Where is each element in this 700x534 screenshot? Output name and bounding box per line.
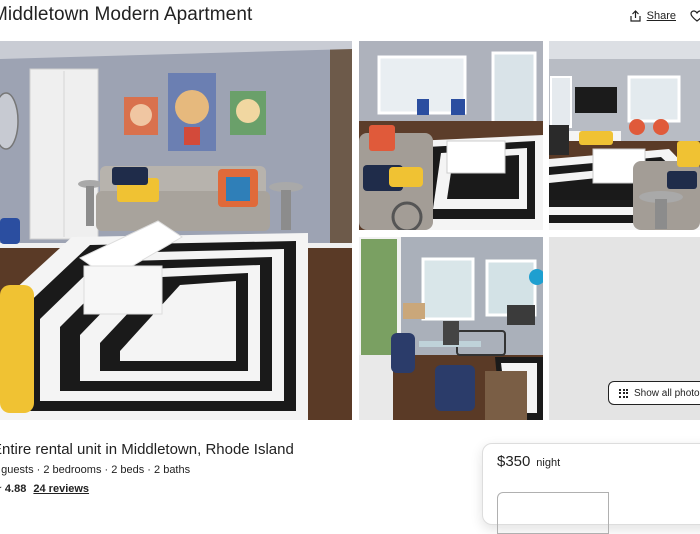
gallery-photo-2[interactable] (359, 41, 543, 230)
save-button[interactable] (690, 10, 700, 22)
booking-card: $350 night (482, 443, 700, 534)
summary-rating-row: ★ 4.88 24 reviews (0, 482, 294, 495)
gallery-photo-4[interactable] (359, 237, 543, 420)
show-all-photos-button[interactable]: Show all photos (608, 381, 700, 405)
rating-value: ★ 4.88 (0, 483, 27, 495)
price-row: $350 night (497, 453, 560, 470)
listing-summary: Entire rental unit in Middletown, Rhode … (0, 441, 294, 495)
share-icon (630, 10, 641, 22)
show-all-photos-label: Show all photos (634, 387, 700, 399)
listing-title: Middletown Modern Apartment (0, 4, 253, 25)
summary-heading: Entire rental unit in Middletown, Rhode … (0, 441, 294, 458)
summary-details: 4 guests · 2 bedrooms · 2 beds · 2 baths (0, 464, 191, 476)
share-button[interactable]: Share (630, 10, 676, 22)
share-label: Share (646, 10, 676, 22)
listing-actions: Share (630, 10, 700, 22)
reviews-link[interactable]: 24 reviews (33, 483, 89, 495)
price-unit: night (536, 457, 561, 469)
price-amount: $350 (497, 453, 531, 470)
grid-icon (619, 388, 628, 398)
gallery-photo-main[interactable] (0, 41, 352, 420)
heart-icon (690, 10, 700, 22)
gallery-photo-3[interactable] (549, 41, 700, 230)
check-in-field[interactable] (497, 492, 609, 534)
photo-gallery (0, 41, 700, 420)
